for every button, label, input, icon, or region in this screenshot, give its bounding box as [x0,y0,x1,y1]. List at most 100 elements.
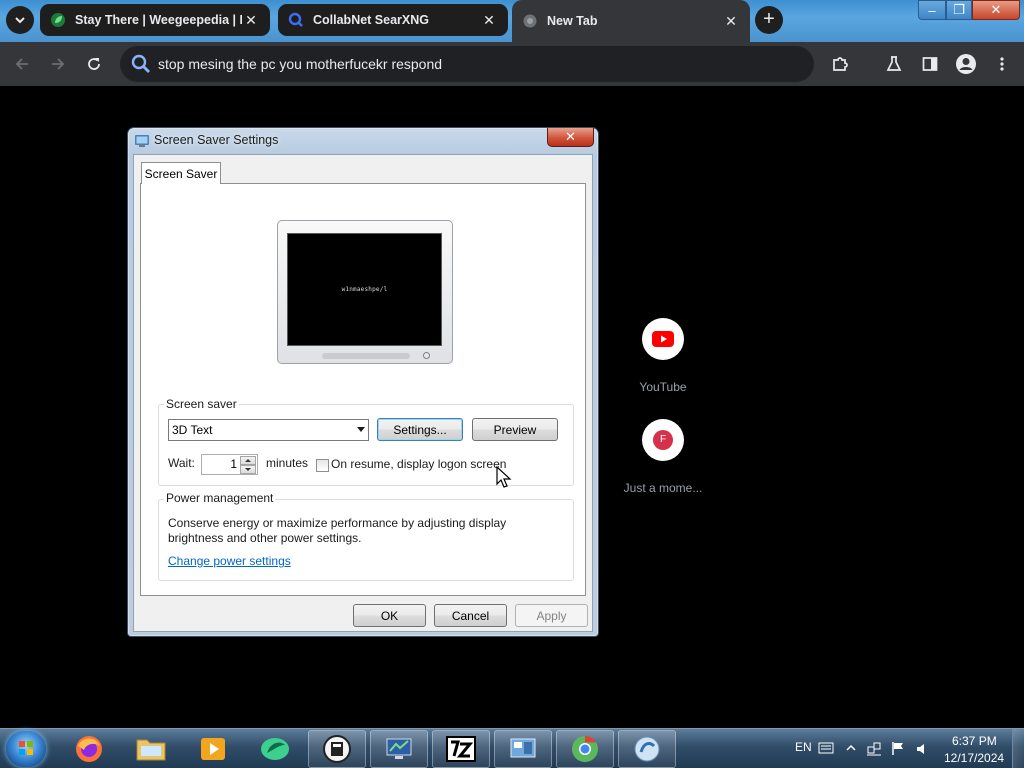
labs-button[interactable] [882,52,906,76]
monitor-power-led [423,352,430,359]
tab-screen-saver[interactable]: Screen Saver [141,162,221,184]
shortcut-just-a-moment[interactable]: F Just a mome... [613,419,713,495]
tab-close-button[interactable]: ✕ [480,11,498,29]
search-icon [131,54,150,73]
wait-label: Wait: [168,456,195,470]
mouse-cursor-icon [496,466,512,488]
reload-button[interactable] [82,52,106,76]
change-power-settings-link[interactable]: Change power settings [168,554,291,568]
language-indicator[interactable]: EN [795,740,812,754]
dialog-titlebar[interactable]: Screen Saver Settings ✕ [128,128,598,154]
green-app-icon [261,738,289,760]
extensions-button[interactable] [828,52,852,76]
wait-minutes-spinner[interactable]: 1 [201,454,258,475]
tab-weegeepedia[interactable]: Stay There | Weegeepedia | Fa ✕ [40,4,270,36]
taskbar-ballot-app[interactable] [308,730,366,768]
minutes-label: minutes [266,456,309,470]
settings-button[interactable]: Settings... [377,418,463,441]
wait-minutes-value[interactable]: 1 [230,457,237,471]
dialog-client-area: Screen Saver w1nmaeshpe/l Screen saver 3… [133,154,593,632]
firefox-icon [76,736,102,762]
taskbar-monitor-app[interactable] [370,730,428,768]
profile-button[interactable] [954,52,978,76]
media-player-icon [201,738,225,760]
weegeepedia-leaf-icon [50,12,66,28]
taskbar-green-app[interactable] [246,730,304,768]
monitor-app-icon [386,738,412,759]
tab-search-button[interactable] [6,6,34,34]
taskbar-control-panel[interactable] [494,730,552,768]
screen-saver-settings-dialog: Screen Saver Settings ✕ Screen Saver w1n… [127,127,599,637]
network-icon[interactable] [866,741,882,757]
triangle-down-icon [245,468,251,471]
spin-down-button[interactable] [240,465,256,474]
preview-screen: w1nmaeshpe/l [287,233,442,346]
clock-date[interactable]: 12/17/2024 [944,751,1004,765]
cancel-button[interactable]: Cancel [434,604,507,627]
tab-title: CollabNet SearXNG [313,13,430,27]
action-center-flag-icon[interactable] [890,740,906,756]
tab-searxng[interactable]: CollabNet SearXNG ✕ [278,4,508,36]
preview-button[interactable]: Preview [472,418,558,441]
keyboard-icon[interactable] [818,741,834,755]
windows-tour-icon [634,736,660,762]
windows-taskbar: EN 6:37 PM 12/17/2024 [0,728,1024,768]
resume-logon-checkbox[interactable] [316,459,329,472]
side-panel-button[interactable] [918,52,942,76]
shortcut-label: YouTube [639,380,687,394]
tab-close-button[interactable]: ✕ [722,12,740,30]
tab-title: Stay There | Weegeepedia | Fa [75,13,242,27]
tab-panel: w1nmaeshpe/l Screen saver 3D Text Settin… [140,183,586,596]
chrome-icon [572,735,598,762]
shortcut-youtube[interactable]: YouTube [613,318,713,394]
window-restore-button[interactable]: ❐ [946,0,972,20]
letter-avatar-icon: F [642,419,684,461]
screen-saver-selected: 3D Text [172,423,213,437]
dropdown-arrow-icon [357,427,365,432]
screen-saver-select[interactable]: 3D Text [168,419,369,441]
search-icon [288,12,304,28]
arrow-right-icon [52,58,65,70]
window-close-button[interactable]: ✕ [972,0,1020,20]
spin-up-button[interactable] [240,456,256,465]
tab-close-button[interactable]: ✕ [242,11,260,29]
tab-new-tab[interactable]: New Tab ✕ [512,0,750,42]
taskbar-windows-tour[interactable] [618,730,676,768]
browser-tab-strip: Stay There | Weegeepedia | Fa ✕ CollabNe… [0,0,1024,42]
show-desktop-button[interactable] [1012,729,1024,768]
shortcut-label: Just a mome... [623,481,703,495]
taskbar-chrome[interactable] [556,730,614,768]
explorer-folder-icon [136,739,166,761]
window-minimize-button[interactable]: – [918,0,946,20]
chrome-globe-icon [522,13,538,29]
arrow-left-icon [15,58,28,70]
omnibox-text[interactable]: stop mesing the pc you motherfucekr resp… [158,56,442,72]
taskbar-media-player[interactable] [184,730,242,768]
taskbar-explorer[interactable] [122,730,180,768]
taskbar-firefox[interactable] [60,730,118,768]
start-orb[interactable] [6,731,46,767]
show-hidden-icons-icon[interactable] [846,744,856,752]
control-panel-icon [510,738,536,758]
triangle-up-icon [245,459,251,462]
apply-button[interactable]: Apply [515,604,588,627]
ok-button[interactable]: OK [353,604,426,627]
forward-button[interactable] [46,52,70,76]
omnibox[interactable]: stop mesing the pc you motherfucekr resp… [120,46,814,82]
back-button[interactable] [10,52,34,76]
clock-time[interactable]: 6:37 PM [952,734,997,748]
7zip-icon [446,736,476,762]
ballot-app-icon [323,735,351,763]
windows-logo-icon [19,741,33,755]
dialog-close-button[interactable]: ✕ [547,128,594,147]
tab-title: New Tab [547,14,598,28]
puzzle-icon [833,57,848,71]
monitor-base [322,353,410,359]
new-tab-button[interactable]: + [755,6,783,34]
chrome-menu-button[interactable] [990,52,1014,76]
taskbar-7zip[interactable] [432,730,490,768]
chevron-down-icon [15,17,25,24]
volume-icon[interactable] [915,741,931,757]
resume-logon-label[interactable]: On resume, display logon screen [331,457,506,471]
preview-3d-text: w1nmaeshpe/l [341,286,388,293]
